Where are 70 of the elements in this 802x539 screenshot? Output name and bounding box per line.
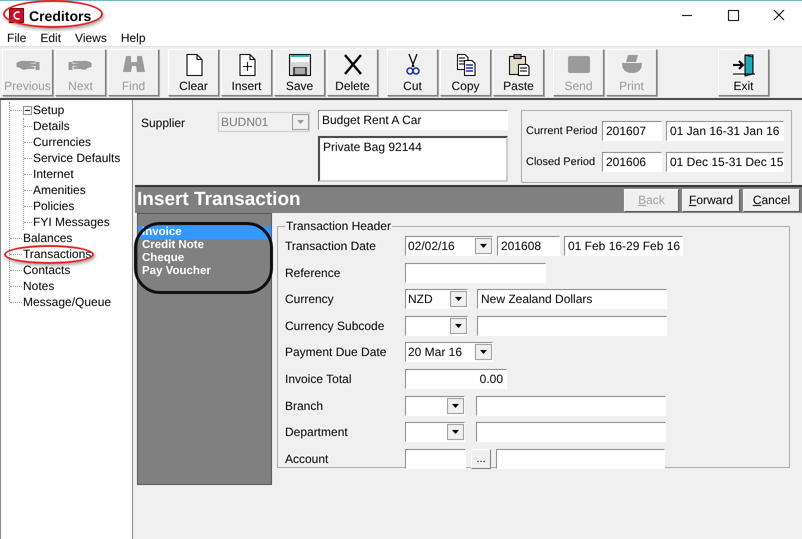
menu-item[interactable]: Edit	[33, 30, 68, 46]
period-field[interactable]: 201607	[602, 121, 662, 141]
field-label: Currency	[285, 292, 335, 306]
field-label: Account	[285, 452, 330, 466]
menu-item[interactable]: Help	[114, 30, 153, 46]
tree-item[interactable]: FYI Messages	[33, 214, 110, 230]
field-label: Branch	[285, 398, 324, 413]
nav-button[interactable]: Forward	[682, 188, 740, 212]
input-field[interactable]: 0.00	[405, 368, 507, 389]
field-label: Transaction Date	[285, 239, 377, 253]
tree-item[interactable]: Transactions	[23, 246, 92, 262]
list-item[interactable]: Credit Note	[138, 239, 271, 252]
tree-item[interactable]: Notes	[23, 278, 54, 294]
field-label: Invoice Total	[285, 372, 352, 386]
toolbar-button[interactable]: Paste	[493, 49, 544, 96]
toolbar-button[interactable]: Delete	[327, 49, 378, 96]
field-label: Closed Period	[526, 155, 596, 170]
toolbar-button[interactable]: Exit	[718, 49, 769, 96]
field-label: Supplier	[141, 115, 186, 132]
date-range-field[interactable]: 01 Dec 15-31 Dec 15	[666, 152, 784, 172]
input-field[interactable]: New Zealand Dollars	[477, 289, 667, 310]
input-field[interactable]	[405, 262, 546, 283]
dropdown[interactable]: NZD	[405, 289, 468, 310]
tree-item[interactable]: Service Defaults	[33, 150, 120, 166]
input-field[interactable]	[476, 422, 666, 442]
period-field[interactable]: 201606	[602, 152, 662, 172]
dropdown[interactable]: 02/02/16	[405, 236, 493, 256]
tree-item[interactable]: Internet	[33, 166, 74, 182]
tree-item[interactable]: Currencies	[33, 134, 92, 150]
door-arrow-icon	[730, 53, 756, 77]
tree-item[interactable]: Contacts	[23, 262, 70, 278]
hand-icon	[68, 59, 94, 71]
menu-item[interactable]: Views	[68, 30, 114, 46]
tree-item[interactable]: Amenities	[33, 182, 86, 198]
list-item[interactable]: Cheque	[138, 252, 271, 265]
input-field[interactable]	[405, 448, 466, 469]
input-field[interactable]: 01 Feb 16-29 Feb 16	[564, 236, 683, 256]
field-label: Department	[285, 425, 349, 440]
toolbar-button[interactable]: Clear	[168, 49, 219, 96]
toolbar-button[interactable]: Insert	[221, 49, 272, 96]
field-label: Currency Subcode	[285, 318, 386, 333]
hand-icon	[14, 59, 40, 71]
toolbar-button[interactable]: Cut	[387, 49, 438, 96]
group-title: Transaction Header	[285, 219, 392, 233]
tree-item[interactable]: Policies	[33, 198, 74, 214]
tree-item[interactable]: Details	[33, 118, 70, 134]
menu-item[interactable]: File	[0, 30, 34, 46]
nav-button[interactable]: Cancel	[743, 188, 800, 212]
address-field[interactable]: Private Bag 92144	[318, 136, 508, 182]
panel-title: Insert Transaction	[136, 189, 301, 211]
date-range-field[interactable]: 01 Jan 16-31 Jan 16	[666, 121, 784, 141]
dropdown[interactable]: 20 Mar 16	[405, 342, 493, 362]
field-label: Payment Due Date	[285, 345, 388, 360]
input-field[interactable]	[477, 316, 667, 336]
tree-item[interactable]: Balances	[23, 230, 72, 246]
browse-button[interactable]: ...	[471, 448, 491, 469]
input-field[interactable]	[476, 396, 666, 416]
tree-item[interactable]: Setup	[33, 102, 64, 118]
field-label: Current Period	[526, 124, 599, 139]
toolbar-button[interactable]: Save	[274, 49, 325, 96]
input-field[interactable]: 201608	[497, 236, 560, 256]
app-icon	[9, 8, 24, 23]
collapse-icon[interactable]	[23, 106, 32, 114]
input-field[interactable]	[496, 448, 665, 469]
toolbar-button[interactable]: Copy	[440, 49, 491, 96]
tree-item[interactable]: Message/Queue	[23, 294, 112, 310]
field-label: Reference	[285, 266, 342, 280]
window-title: Creditors	[29, 8, 92, 24]
name-field[interactable]: Budget Rent A Car	[318, 110, 508, 130]
list-item[interactable]: Pay Voucher	[138, 265, 271, 278]
